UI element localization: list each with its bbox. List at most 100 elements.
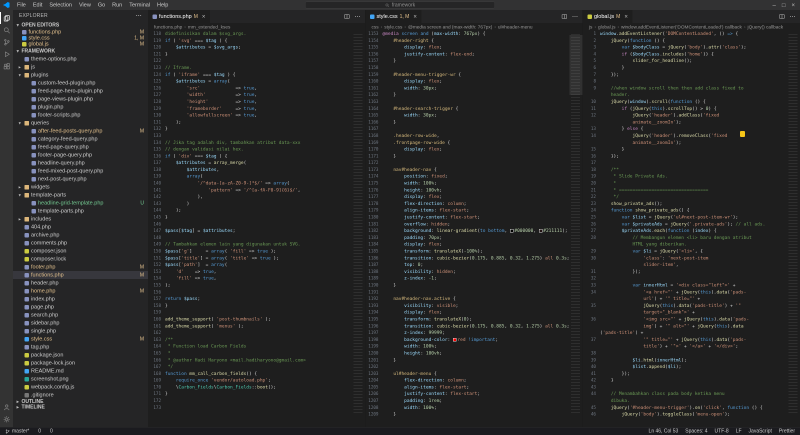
breadcrumb-segment[interactable]: mm_extended_kses [188,24,231,30]
tree-item-page-views-plugin.php[interactable]: page-views-plugin.php [13,95,148,103]
close-icon[interactable]: × [413,13,417,20]
tree-item-custom-feed-plugin.php[interactable]: custom-feed-plugin.php [13,79,148,87]
tree-item-header.php[interactable]: header.php [13,279,148,287]
close-icon[interactable]: × [202,13,206,20]
menu-terminal[interactable]: Terminal [126,0,154,10]
status-git-branch[interactable]: master* [5,429,29,434]
command-center-search[interactable]: framework [305,1,495,9]
tree-item-plugin.php[interactable]: plugin.php [13,103,148,111]
explorer-icon[interactable] [0,12,13,24]
tree-item-template-parts[interactable]: ▾ template-parts [13,191,148,199]
tree-item-index.php[interactable]: index.php [13,295,148,303]
tree-item-footer-scripts.php[interactable]: footer-scripts.php [13,111,148,119]
menu-view[interactable]: View [75,0,94,10]
menu-selection[interactable]: Selection [46,0,76,10]
source-control-icon[interactable] [0,36,13,48]
tree-item-widgets[interactable]: ▸ widgets [13,183,148,191]
tree-item-footer.php[interactable]: footer.php M [13,263,148,271]
breadcrumb-segment[interactable]: ul#header-menu [498,24,533,30]
tree-item-queries[interactable]: ▾ queries [13,119,148,127]
tree-item-feed-page-hero-plugin.php[interactable]: feed-page-hero-plugin.php [13,87,148,95]
run-and-debug-icon[interactable] [0,48,13,60]
section-timeline[interactable]: ▸ TIMELINE [13,404,148,410]
tree-item-footer-page-query.php[interactable]: footer-page-query.php [13,151,148,159]
code-area[interactable]: 1153 @media screen and (max-width: 767px)… [365,31,583,427]
breadcrumb[interactable]: css › style.css › @media screen and (max-wid… [365,23,583,31]
close-button[interactable]: × [791,2,795,9]
minimap[interactable] [352,31,365,427]
status-errors[interactable]: 0 [36,429,41,435]
breadcrumb-segment[interactable]: css [372,24,379,30]
tree-item-after-feed-posts-query.php[interactable]: after-feed-posts-query.php M [13,127,148,135]
status-lf[interactable]: LF [736,429,742,435]
settings-icon[interactable] [0,413,13,425]
tree-item-.gitignore[interactable]: .gitignore [13,391,148,399]
project-header[interactable]: ▾ FRAMEWORK [13,47,148,55]
tree-item-screenshot.png[interactable]: screenshot.png [13,375,148,383]
menu-help[interactable]: Help [154,0,172,10]
tree-item-comments.php[interactable]: comments.php [13,239,148,247]
status-utf8[interactable]: UTF-8 [715,429,729,435]
tree-item-feed-mixed-post-query.php[interactable]: feed-mixed-post-query.php [13,167,148,175]
search-icon[interactable] [0,24,13,36]
menu-file[interactable]: File [14,0,30,10]
tree-item-sidebar.php[interactable]: sidebar.php [13,319,148,327]
tab-functions.php[interactable]: functions.php M × [148,10,210,23]
tree-item-page.php[interactable]: page.php [13,303,148,311]
tree-item-next-post-query.php[interactable]: next-post-query.php [13,175,148,183]
breadcrumb-segment[interactable]: style.css [384,24,402,30]
tree-item-includes[interactable]: ▸ includes [13,215,148,223]
more-actions-icon[interactable]: ⋯ [355,13,361,20]
menu-run[interactable]: Run [109,0,126,10]
tree-item-404.php[interactable]: 404.php [13,223,148,231]
tree-item-webpack.config.js[interactable]: webpack.config.js [13,383,148,391]
breadcrumb[interactable]: functions.php › mm_extended_kses [148,23,365,31]
more-actions-icon[interactable]: ⋯ [790,13,796,20]
tree-item-category-feed-query.php[interactable]: category-feed-query.php [13,135,148,143]
tree-item-headline-query.php[interactable]: headline-query.php [13,159,148,167]
tab-style.css[interactable]: style.css 1, M × [365,10,422,23]
tree-item-feed-page-query.php[interactable]: feed-page-query.php [13,143,148,151]
breadcrumb-segment[interactable]: window.addEventListener('DOMContentLoade… [621,24,742,30]
tree-item-style.css[interactable]: style.css M [13,335,148,343]
breadcrumb-segment[interactable]: functions.php [154,24,182,30]
tree-item-home.php[interactable]: home.php M [13,287,148,295]
minimap-slider[interactable] [569,35,583,95]
tree-item-search.php[interactable]: search.php [13,311,148,319]
minimap[interactable] [787,31,800,427]
breadcrumb-segment[interactable]: jQuery() callback [748,24,784,30]
status-warnings[interactable]: 0 [48,429,53,435]
menu-edit[interactable]: Edit [29,0,45,10]
breadcrumb-segment[interactable]: global.js [598,24,615,30]
tree-item-README.md[interactable]: README.md [13,367,148,375]
tree-item-single.php[interactable]: single.php [13,327,148,335]
tree-item-composer.lock[interactable]: composer.lock [13,255,148,263]
extensions-icon[interactable] [0,60,13,72]
close-icon[interactable]: × [624,13,628,20]
tree-item-package.json[interactable]: package.json [13,351,148,359]
maximize-button[interactable]: □ [782,2,786,9]
tree-item-composer.json[interactable]: composer.json [13,247,148,255]
status-spaces[interactable]: Spaces: 4 [685,429,707,435]
breadcrumb-segment[interactable]: @media screen and (max-width: 767px) [408,24,492,30]
tree-item-theme-options.php[interactable]: theme-options.php [13,55,148,63]
breadcrumb-segment[interactable]: js [589,24,592,30]
split-editor-icon[interactable] [344,14,350,20]
status-prettier[interactable]: Prettier [779,429,795,435]
code-area[interactable]: 1 window.addEventListener('DOMContentLoad… [583,31,800,427]
open-editors-header[interactable]: ▾ OPEN EDITORS [13,21,148,29]
tree-item-tag.php[interactable]: tag.php [13,343,148,351]
tree-item-headline-grid-template.php[interactable]: headline-grid-template.php U [13,199,148,207]
tree-item-archive.php[interactable]: archive.php [13,231,148,239]
tree-item-js[interactable]: ▸ js [13,63,148,71]
tree-item-template-parts.php[interactable]: template-parts.php [13,207,148,215]
code-area[interactable]: 118 didefinisikan dalam $svg_args. 119 if (… [148,31,365,427]
breadcrumb[interactable]: js › global.js › window.addEventListener('DO… [583,23,800,31]
split-editor-icon[interactable] [562,14,568,20]
minimize-button[interactable]: – [773,2,776,9]
tab-global.js[interactable]: global.js M × [583,10,633,23]
status-ln[interactable]: Ln 46, Col 53 [649,429,679,435]
menu-go[interactable]: Go [94,0,108,10]
tree-item-plugins[interactable]: ▾ plugins [13,71,148,79]
more-actions-icon[interactable]: ⋯ [572,13,578,20]
